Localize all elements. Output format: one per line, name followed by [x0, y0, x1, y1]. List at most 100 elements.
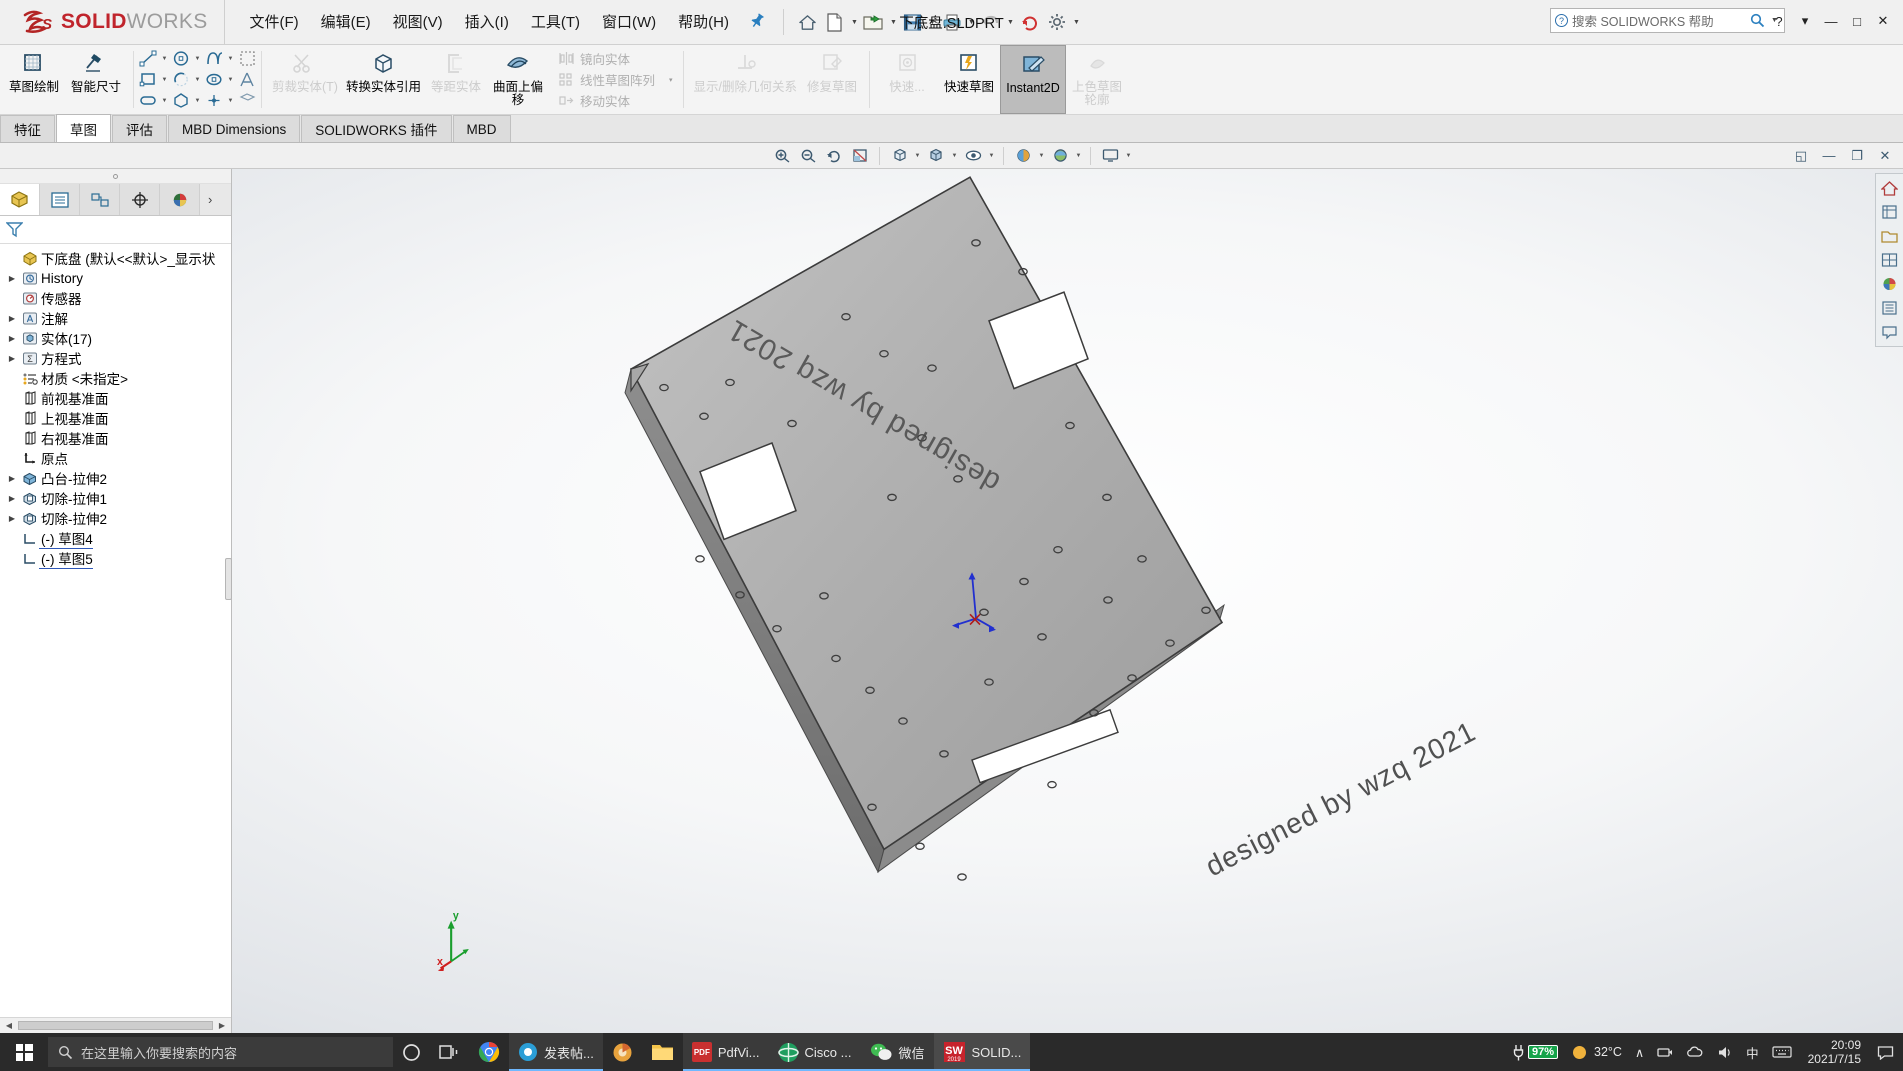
smart-dimension-button[interactable]: 智能尺寸 — [65, 45, 127, 114]
rapid-sketch-button[interactable]: 快速草图 — [938, 45, 1000, 114]
instant2d-button[interactable]: Instant2D — [1000, 45, 1066, 114]
view-orientation-caret-icon[interactable]: ▼ — [913, 153, 922, 159]
shaded-sketch-contour-button[interactable]: 上色草图轮廓 — [1066, 45, 1128, 114]
menu-insert[interactable]: 插入(I) — [454, 10, 520, 35]
doc-close-icon[interactable]: ✕ — [1873, 145, 1897, 167]
tree-row-annotations[interactable]: ▶ 注解 — [0, 308, 231, 328]
menu-view[interactable]: 视图(V) — [382, 10, 454, 35]
post-app-button[interactable]: 发表帖... — [509, 1033, 603, 1071]
panel-resize-handle[interactable] — [0, 169, 231, 184]
repair-sketch-button[interactable]: 修复草图 — [801, 45, 863, 114]
feature-tree-horizontal-scrollbar[interactable]: ◀ ▶ — [0, 1017, 231, 1033]
tree-row-cut-extrude2[interactable]: ▶ 切除-拉伸2 — [0, 508, 231, 528]
file-explorer-pane-icon[interactable] — [1879, 225, 1901, 247]
new-document-icon[interactable] — [822, 8, 848, 36]
menu-edit[interactable]: 编辑(E) — [310, 10, 382, 35]
doc-restore-icon[interactable]: ❐ — [1845, 145, 1869, 167]
view-settings-icon[interactable] — [1098, 145, 1122, 167]
feature-tree-filter[interactable] — [0, 216, 231, 244]
rectangle-icon[interactable] — [137, 70, 159, 90]
tree-row-right-plane[interactable]: 右视基准面 — [0, 428, 231, 448]
doc-minimize-icon[interactable]: — — [1817, 145, 1841, 167]
display-style-caret-icon[interactable]: ▼ — [950, 153, 959, 159]
task-view-button[interactable] — [430, 1033, 469, 1071]
convert-entities-button[interactable]: 转换实体引用 — [342, 45, 425, 114]
save-caret-icon[interactable]: ▼ — [927, 19, 938, 26]
ellipse-icon[interactable] — [203, 70, 225, 90]
save-icon[interactable] — [900, 8, 926, 36]
tree-row-origin[interactable]: 原点 — [0, 448, 231, 468]
appearances-scenes-icon[interactable] — [1879, 273, 1901, 295]
chrome-button[interactable] — [469, 1033, 509, 1071]
move-entities-item[interactable]: 移动实体 — [554, 90, 660, 111]
tab-solidworks-addins[interactable]: SOLIDWORKS 插件 — [301, 115, 452, 142]
tree-row-front-plane[interactable]: 前视基准面 — [0, 388, 231, 408]
magnifier-icon[interactable] — [1750, 13, 1765, 28]
taskbar-clock[interactable]: 20:09 2021/7/15 — [1800, 1038, 1869, 1066]
tab-mbd[interactable]: MBD — [452, 115, 511, 142]
ime-indicator[interactable]: 中 — [1741, 1033, 1764, 1071]
scroll-left-icon[interactable]: ◀ — [2, 1021, 16, 1030]
tree-twisty-cut-extrude2[interactable]: ▶ — [4, 514, 20, 523]
tree-twisty-boss-extrude2[interactable]: ▶ — [4, 474, 20, 483]
apply-scene-icon[interactable] — [1048, 145, 1072, 167]
tree-twisty-cut-extrude1[interactable]: ▶ — [4, 494, 20, 503]
keyboard-icon[interactable] — [1767, 1033, 1797, 1071]
tree-twisty-history[interactable]: ▶ — [4, 274, 20, 283]
panel-splitter-grip[interactable] — [225, 557, 232, 600]
tree-row-sketch5[interactable]: (-) 草图5 — [0, 548, 231, 569]
menu-file[interactable]: 文件(F) — [239, 10, 310, 35]
window-caret-button[interactable]: ▾ — [1793, 10, 1817, 32]
graphics-viewport[interactable]: designed by wzq 2021 designed by wzq 202… — [232, 169, 1903, 1033]
sw-resources-home-icon[interactable] — [1879, 177, 1901, 199]
model-3d-view[interactable]: designed by wzq 2021 designed by wzq 202… — [232, 169, 1903, 1033]
tab-features[interactable]: 特征 — [0, 115, 55, 142]
point-icon[interactable] — [203, 91, 225, 111]
open-folder-caret-icon[interactable]: ▼ — [888, 19, 899, 26]
tree-twisty-solid-bodies[interactable]: ▶ — [4, 334, 20, 343]
arc-icon[interactable] — [170, 70, 192, 90]
slot-icon[interactable] — [137, 91, 159, 111]
circle-caret-icon[interactable]: ▼ — [193, 56, 202, 62]
tree-row-boss-extrude2[interactable]: ▶ 凸台-拉伸2 — [0, 468, 231, 488]
wechat-button[interactable]: 微信 — [860, 1033, 934, 1071]
onedrive-icon[interactable] — [1681, 1033, 1709, 1071]
close-button[interactable]: ✕ — [1871, 10, 1895, 32]
previous-view-icon[interactable] — [822, 145, 846, 167]
volume-icon[interactable] — [1712, 1033, 1738, 1071]
display-delete-relations-button[interactable]: 显示/删除几何关系 — [690, 45, 801, 114]
design-library-icon[interactable] — [1879, 201, 1901, 223]
tab-evaluate[interactable]: 评估 — [112, 115, 167, 142]
view-palette-icon[interactable] — [1879, 249, 1901, 271]
hide-show-items-icon[interactable] — [961, 145, 985, 167]
configuration-manager-tab[interactable] — [80, 184, 120, 215]
display-style-icon[interactable] — [924, 145, 948, 167]
spline-icon[interactable] — [203, 49, 225, 69]
tree-twisty-equations[interactable]: ▶ — [4, 354, 20, 363]
dimxpert-manager-tab[interactable] — [120, 184, 160, 215]
manager-tabs-more-icon[interactable]: › — [200, 184, 231, 215]
scroll-right-icon[interactable]: ▶ — [215, 1021, 229, 1030]
tree-row-equations[interactable]: ▶ Σ 方程式 — [0, 348, 231, 368]
help-search-box[interactable]: ? 搜索 SOLIDWORKS 帮助 ▼ — [1550, 8, 1785, 33]
pushpin-icon[interactable] — [739, 5, 779, 40]
text-icon[interactable] — [236, 70, 258, 90]
cortana-button[interactable] — [393, 1033, 430, 1071]
weather-widget[interactable]: 32°C — [1566, 1033, 1627, 1071]
print-caret-icon[interactable]: ▼ — [966, 19, 977, 26]
scene-caret-icon[interactable]: ▼ — [1074, 153, 1083, 159]
tree-row-solid-bodies[interactable]: ▶ 实体(17) — [0, 328, 231, 348]
search-input[interactable]: 搜索 SOLIDWORKS 帮助 — [1572, 11, 1746, 30]
plane-icon[interactable] — [236, 91, 258, 111]
undo-caret-icon[interactable]: ▼ — [1005, 19, 1016, 26]
tree-twisty-annotations[interactable]: ▶ — [4, 314, 20, 323]
file-explorer-button[interactable] — [642, 1033, 683, 1071]
tree-row-top-plane[interactable]: 上视基准面 — [0, 408, 231, 428]
menu-window[interactable]: 窗口(W) — [591, 10, 667, 35]
offset-entities-button[interactable]: 等距实体 — [425, 45, 487, 114]
pattern-group-caret-icon[interactable]: ▾ — [662, 45, 680, 114]
tree-row-part-root[interactable]: 下底盘 (默认<<默认>_显示状 — [0, 248, 231, 268]
pdf-viewer-button[interactable]: PDF PdfVi... — [682, 1033, 769, 1071]
rectangle-caret-icon[interactable]: ▼ — [160, 77, 169, 83]
taskbar-search-input[interactable]: 在这里输入你要搜索的内容 — [81, 1043, 237, 1062]
